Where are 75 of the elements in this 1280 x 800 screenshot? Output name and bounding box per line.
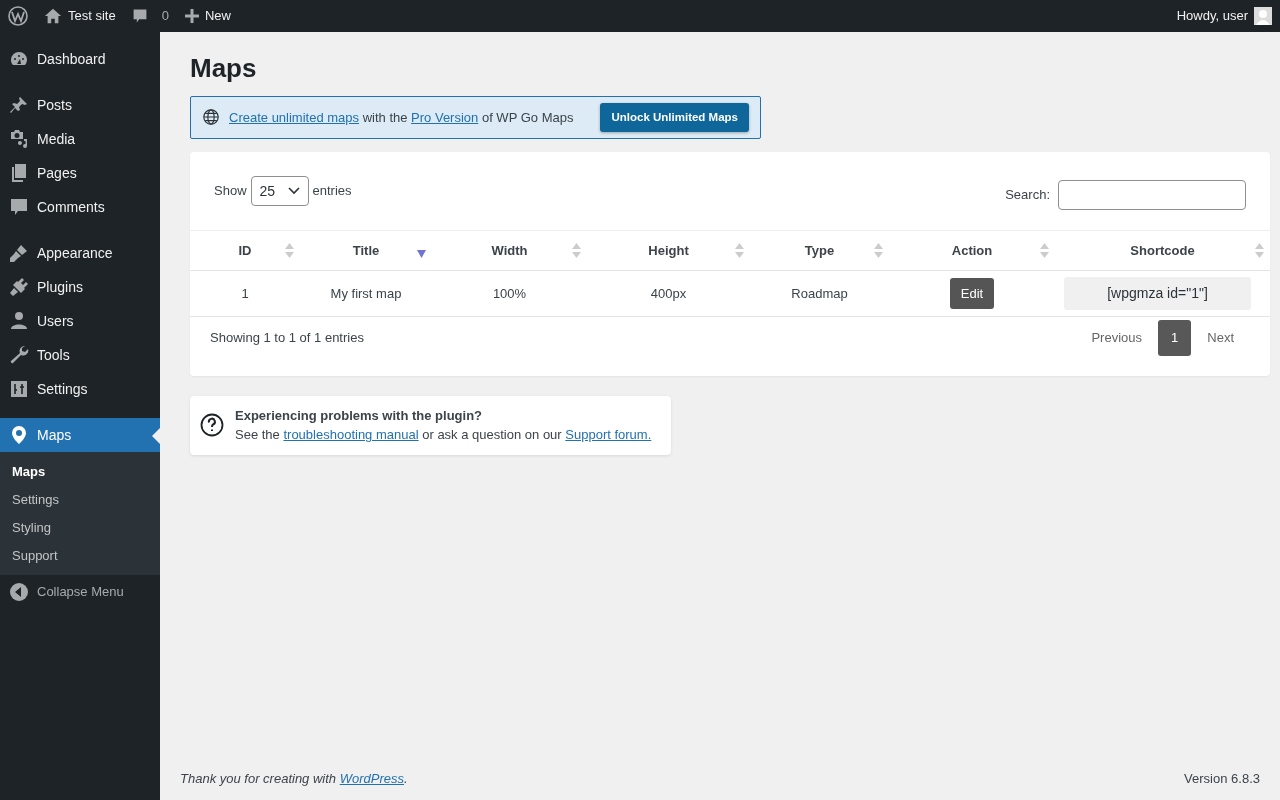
sidebar-item[interactable]: Plugins [0,270,160,304]
new-link[interactable]: New [176,0,239,32]
entries-label: entries [312,182,352,201]
column-header[interactable]: Height [587,230,750,271]
unlock-button[interactable]: Unlock Unlimited Maps [600,102,749,133]
sidebar-item[interactable]: Tools [0,338,160,372]
sidebar-item[interactable]: Users [0,304,160,338]
chevron-down-icon [287,187,300,196]
page-title: Maps [190,52,258,85]
footer-text: Thank you for creating with WordPress. [180,769,408,788]
camera-note-icon [9,129,29,149]
table-cell: My first map [300,270,432,317]
table-cell: 1 [190,270,300,317]
globe-icon [202,108,220,127]
column-header[interactable]: Width [432,230,587,271]
column-header[interactable]: Title [300,230,432,271]
pages-icon [9,163,29,183]
entries-info: Showing 1 to 1 of 1 entries [210,329,364,348]
logo-icon[interactable] [8,6,28,26]
promo-text: Create unlimited maps with the Pro Version of WP Go Maps [229,108,574,127]
map-pin-icon [9,425,29,445]
comments-link[interactable]: 0 [123,0,177,32]
show-label: Show [214,182,247,201]
house-icon [44,7,62,25]
person-icon [9,311,29,331]
edit-button[interactable]: Edit [949,277,995,310]
next-button[interactable]: Next [1191,320,1250,356]
version-text: Version 6.8.3 [1184,769,1260,788]
sidebar-item[interactable]: Appearance [0,236,160,270]
paintbrush-icon [9,243,29,263]
question-circle-icon [200,413,224,438]
table-cell: Roadmap [750,270,889,317]
column-header[interactable]: ID [190,230,300,271]
column-header[interactable]: Shortcode [1055,230,1270,271]
menu-pointer-icon [152,428,160,444]
search-label: Search: [1005,186,1050,205]
column-header[interactable]: Type [750,230,889,271]
speech-bubble-icon [131,8,148,24]
help-link[interactable]: troubleshooting manual [283,427,419,443]
sidebar-item[interactable]: Media [0,122,160,156]
sidebar-item[interactable]: Maps [0,418,160,452]
page-length-select[interactable]: 25 [250,176,309,207]
sidebar-item[interactable]: Posts [0,88,160,122]
promo-link[interactable]: Pro Version [411,109,479,125]
sidebar-item[interactable]: Pages [0,156,160,190]
pushpin-icon [9,95,29,115]
footer-link[interactable]: WordPress [339,770,404,786]
collapse-menu-button[interactable]: Collapse Menu [0,575,160,609]
help-link[interactable]: Support forum. [565,427,652,443]
left-arrow-circle-icon [9,582,29,602]
plus-icon [184,9,199,23]
column-header[interactable]: Action [889,230,1055,271]
table-cell: 400px [587,270,750,317]
sidebar-item[interactable]: Comments [0,190,160,224]
submenu-item[interactable]: Support [0,541,160,569]
table-cell: 100% [432,270,587,317]
shortcode-field[interactable]: [wpgmza id="1"] [1064,277,1251,311]
previous-button[interactable]: Previous [1075,320,1159,356]
help-title: Experiencing problems with the plugin? [235,406,484,425]
avatar-icon [1254,7,1272,25]
site-link[interactable]: Test site [36,0,124,32]
submenu-item[interactable]: Styling [0,513,160,541]
submenu-item[interactable]: Settings [0,485,160,513]
sidebar-item[interactable]: Dashboard [0,42,160,76]
help-text: See the troubleshooting manual or ask a question on our Support forum. [235,426,652,445]
page-button[interactable]: 1 [1158,320,1192,356]
sliders-icon [9,379,29,399]
submenu-item[interactable]: Maps [0,457,160,485]
search-field[interactable] [1058,180,1246,211]
wrench-icon [9,345,29,365]
sidebar-item[interactable]: Settings [0,372,160,406]
account-link[interactable]: Howdy, user [1168,0,1280,32]
promo-link[interactable]: Create unlimited maps [229,109,360,125]
plug-icon [9,277,29,297]
speech-bubble-icon [9,197,29,217]
